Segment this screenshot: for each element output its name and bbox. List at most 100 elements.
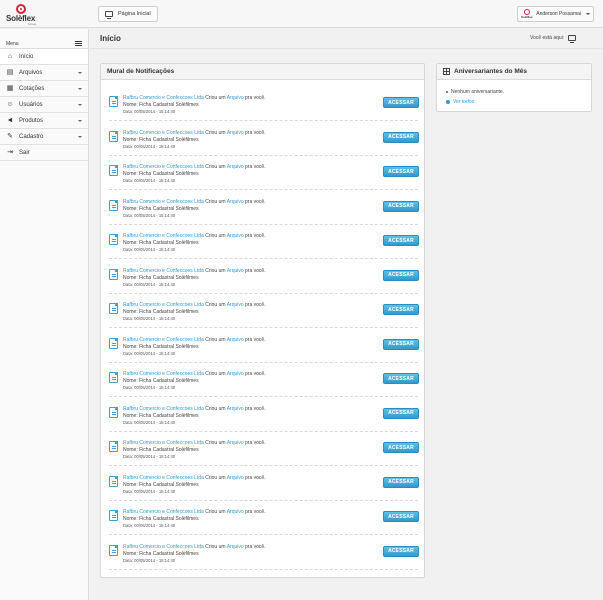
file-link[interactable]: Arquivo	[227, 440, 244, 446]
notification-action: Criou um	[205, 543, 226, 550]
company-link[interactable]: Rafbru Comercio e Confeccoes Ltda	[123, 302, 204, 308]
notification-summary: Rafbru Comercio e Confeccoes Ltda Criou …	[123, 268, 266, 274]
file-link[interactable]: Arquivo	[227, 337, 244, 343]
company-link[interactable]: Rafbru Comercio e Confeccoes Ltda	[123, 544, 204, 550]
file-link[interactable]: Arquivo	[227, 233, 244, 239]
avatar: Solèflex	[521, 9, 533, 19]
document-icon	[109, 303, 118, 314]
notification-summary: Rafbru Comercio e Confeccoes Ltda Criou …	[123, 233, 266, 239]
sidebar-item-usuarios[interactable]: ☺ Usuários	[0, 97, 88, 113]
acessar-button[interactable]: ACESSAR	[383, 338, 419, 350]
file-link[interactable]: Arquivo	[227, 302, 244, 308]
sidebar-header: Menu	[0, 29, 88, 49]
sidebar-item-produtos[interactable]: ◄ Produtos	[0, 113, 88, 129]
birthdays-empty-text: Nenhum aniversariante.	[451, 89, 505, 95]
file-link[interactable]: Arquivo	[227, 268, 244, 274]
chevron-down-icon	[78, 120, 82, 122]
notification-file-name: Nome: Ficha Cadastral Solèfilmes	[123, 136, 199, 143]
document-icon	[109, 544, 118, 556]
notification-date: Data: 00/05/2014 - 15:14:40	[123, 316, 176, 321]
notification-action: Criou um	[205, 474, 226, 481]
notification-item: Rafbru Comercio e Confeccoes Ltda Criou …	[109, 336, 419, 363]
birthdays-panel-header: Aniversariantes do Mês	[437, 64, 591, 80]
company-link[interactable]: Rafbru Comercio e Confeccoes Ltda	[123, 475, 204, 481]
file-link[interactable]: Arquivo	[227, 95, 244, 101]
file-link[interactable]: Arquivo	[227, 406, 244, 412]
acessar-button[interactable]: ACESSAR	[383, 200, 419, 212]
notification-action: Criou um	[205, 129, 226, 136]
document-icon	[109, 130, 118, 142]
folder-icon: ▤	[6, 69, 14, 76]
user-menu-button[interactable]: Solèflex Anderson Possamai	[517, 6, 594, 22]
company-link[interactable]: Rafbru Comercio e Confeccoes Ltda	[123, 95, 204, 101]
company-link[interactable]: Rafbru Comercio e Confeccoes Ltda	[123, 509, 204, 515]
acessar-button[interactable]: ACESSAR	[383, 269, 419, 281]
sidebar-item-label: Produtos	[19, 117, 44, 124]
company-link[interactable]: Rafbru Comercio e Confeccoes Ltda	[123, 268, 204, 274]
company-link[interactable]: Rafbru Comercio e Confeccoes Ltda	[123, 164, 204, 170]
file-link[interactable]: Arquivo	[227, 475, 244, 481]
acessar-button[interactable]: ACESSAR	[383, 407, 419, 419]
sidebar-item-arquivos[interactable]: ▤ Arquivos	[0, 65, 88, 81]
acessar-button[interactable]: ACESSAR	[383, 511, 419, 522]
sidebar-item-label: Usuários	[19, 101, 43, 108]
top-bar: Solèflex Group Página Inicial Solèflex A…	[0, 0, 603, 28]
acessar-button[interactable]: ACESSAR	[383, 442, 419, 453]
acessar-button[interactable]: ACESSAR	[383, 166, 419, 177]
view-all-link[interactable]: Ver todos	[446, 99, 474, 105]
gift-icon	[443, 68, 450, 75]
sidebar-item-label: Cotações	[19, 85, 45, 92]
notification-action: Criou um	[205, 405, 226, 412]
sidebar: Menu ⌂ Início ▤ Arquivos ▦ Cotações ☺ Usuários ◄…	[0, 29, 89, 600]
company-link[interactable]: Rafbru Comercio e Confeccoes Ltda	[123, 440, 204, 446]
notification-date: Data: 00/05/2014 - 15:14:40	[123, 454, 176, 459]
sidebar-item-cotacoes[interactable]: ▦ Cotações	[0, 81, 88, 97]
sidebar-item-cadastro[interactable]: ✎ Cadastro	[0, 129, 88, 145]
chart-icon: ▦	[6, 85, 14, 92]
notification-date: Data: 00/05/2014 - 15:14:40	[123, 419, 176, 425]
notification-summary: Rafbru Comercio e Confeccoes Ltda Criou …	[123, 509, 266, 515]
notification-item: Rafbru Comercio e Confeccoes Ltda Criou …	[109, 267, 419, 294]
page-title: Início	[100, 34, 121, 43]
notification-item: Rafbru Comercio e Confeccoes Ltda Criou …	[109, 232, 419, 259]
sidebar-item-inicio[interactable]: ⌂ Início	[0, 49, 88, 65]
acessar-button[interactable]: ACESSAR	[383, 235, 419, 246]
acessar-button[interactable]: ACESSAR	[383, 373, 419, 384]
company-link[interactable]: Rafbru Comercio e Confeccoes Ltda	[123, 337, 204, 343]
notification-suffix: pra você.	[245, 509, 266, 515]
company-link[interactable]: Rafbru Comercio e Confeccoes Ltda	[123, 233, 204, 239]
chevron-down-icon	[78, 136, 82, 138]
file-link[interactable]: Arquivo	[227, 199, 244, 205]
acessar-button[interactable]: ACESSAR	[383, 545, 419, 557]
company-link[interactable]: Rafbru Comercio e Confeccoes Ltda	[123, 406, 204, 412]
acessar-button[interactable]: ACESSAR	[383, 131, 419, 143]
soleflex-logo[interactable]: Solèflex Group	[6, 4, 40, 26]
file-link[interactable]: Arquivo	[227, 130, 244, 136]
notification-file-name: Nome: Ficha Cadastral Solèfilmes	[123, 171, 199, 177]
document-icon	[109, 510, 118, 521]
list-icon[interactable]	[75, 41, 82, 46]
document-icon	[109, 96, 118, 107]
company-link[interactable]: Rafbru Comercio e Confeccoes Ltda	[123, 130, 204, 136]
acessar-button[interactable]: ACESSAR	[383, 97, 419, 108]
file-link[interactable]: Arquivo	[227, 164, 244, 170]
sidebar-item-sair[interactable]: ⇥ Sair	[0, 145, 88, 161]
sidebar-item-label: Sair	[19, 149, 30, 156]
company-link[interactable]: Rafbru Comercio e Confeccoes Ltda	[123, 371, 204, 377]
notification-date: Data: 00/05/2014 - 15:14:40	[123, 109, 176, 114]
monitor-icon	[568, 35, 577, 43]
megaphone-icon: ◄	[6, 117, 14, 124]
file-link[interactable]: Arquivo	[227, 371, 244, 377]
acessar-button[interactable]: ACESSAR	[383, 476, 419, 488]
notification-summary: Rafbru Comercio e Confeccoes Ltda Criou …	[123, 199, 266, 205]
company-link[interactable]: Rafbru Comercio e Confeccoes Ltda	[123, 199, 204, 205]
document-icon	[109, 441, 118, 452]
notification-file-name: Nome: Ficha Cadastral Solèfilmes	[123, 447, 199, 453]
file-link[interactable]: Arquivo	[227, 509, 244, 515]
notification-item: Rafbru Comercio e Confeccoes Ltda Criou …	[109, 474, 419, 501]
file-link[interactable]: Arquivo	[227, 544, 244, 550]
acessar-button[interactable]: ACESSAR	[383, 304, 419, 315]
breadcrumb: Você está aqui:	[530, 35, 577, 43]
home-button[interactable]: Página Inicial	[98, 6, 158, 22]
notification-date: Data: 00/05/2014 - 15:14:40	[123, 350, 176, 356]
